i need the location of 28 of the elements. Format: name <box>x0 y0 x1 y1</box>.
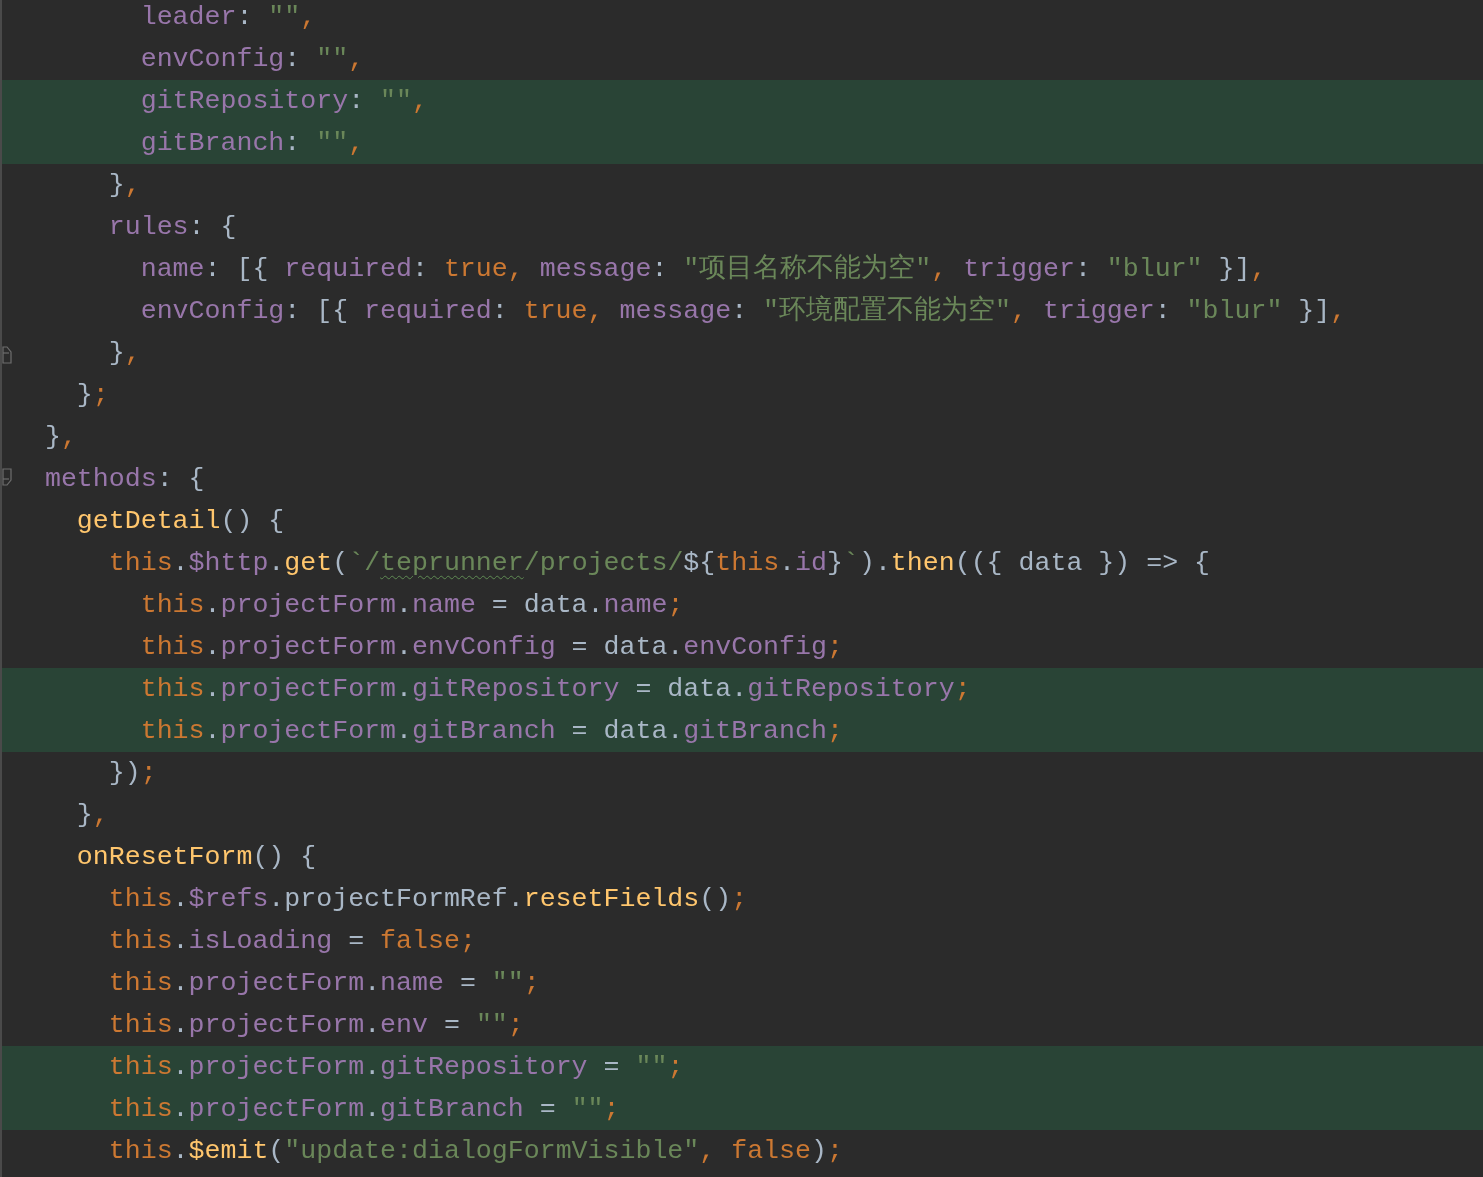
code-line: this.projectForm.gitBranch = data.gitBranch; <box>139 715 843 748</box>
code-line: }, <box>107 169 141 202</box>
code-line: }, <box>75 799 109 832</box>
code-line: gitBranch: "", <box>139 127 365 160</box>
code-line: this.isLoading = false; <box>107 925 476 958</box>
code-line: this.projectForm.env = ""; <box>107 1009 524 1042</box>
code-line: this.$emit("update:dialogFormVisible", false); <box>107 1135 843 1168</box>
code-line: onResetForm() { <box>75 841 317 874</box>
code-line: this.projectForm.name = ""; <box>107 967 540 1000</box>
code-line: }, <box>107 337 141 370</box>
code-line: this.projectForm.gitRepository = ""; <box>107 1051 684 1084</box>
code-line: }; <box>75 379 109 412</box>
code-line: leader: "", <box>139 1 317 34</box>
code-line: rules: { <box>107 211 237 244</box>
code-line: this.$refs.projectFormRef.resetFields(); <box>107 883 748 916</box>
code-line: envConfig: "", <box>139 43 365 76</box>
code-line: this.projectForm.gitRepository = data.gitRepository; <box>139 673 971 706</box>
code-line: envConfig: [{ required: true, message: "环境配置不能为空", trigger: "blur" }], <box>139 294 1347 328</box>
code-line: gitRepository: "", <box>139 85 428 118</box>
code-line: }); <box>107 757 157 790</box>
code-line: }, <box>43 421 77 454</box>
code-line: getDetail() { <box>75 505 285 538</box>
code-line: this.$http.get(`/teprunner/projects/${this.id}`).then(({ data }) => { <box>107 547 1211 580</box>
code-line: this.projectForm.name = data.name; <box>139 589 684 622</box>
code-line: methods: { <box>43 463 205 496</box>
code-line: this.projectForm.gitBranch = ""; <box>107 1093 620 1126</box>
code-line: name: [{ required: true, message: "项目名称不能为空", trigger: "blur" }], <box>139 252 1267 286</box>
code-line: this.projectForm.envConfig = data.envConfig; <box>139 631 843 664</box>
